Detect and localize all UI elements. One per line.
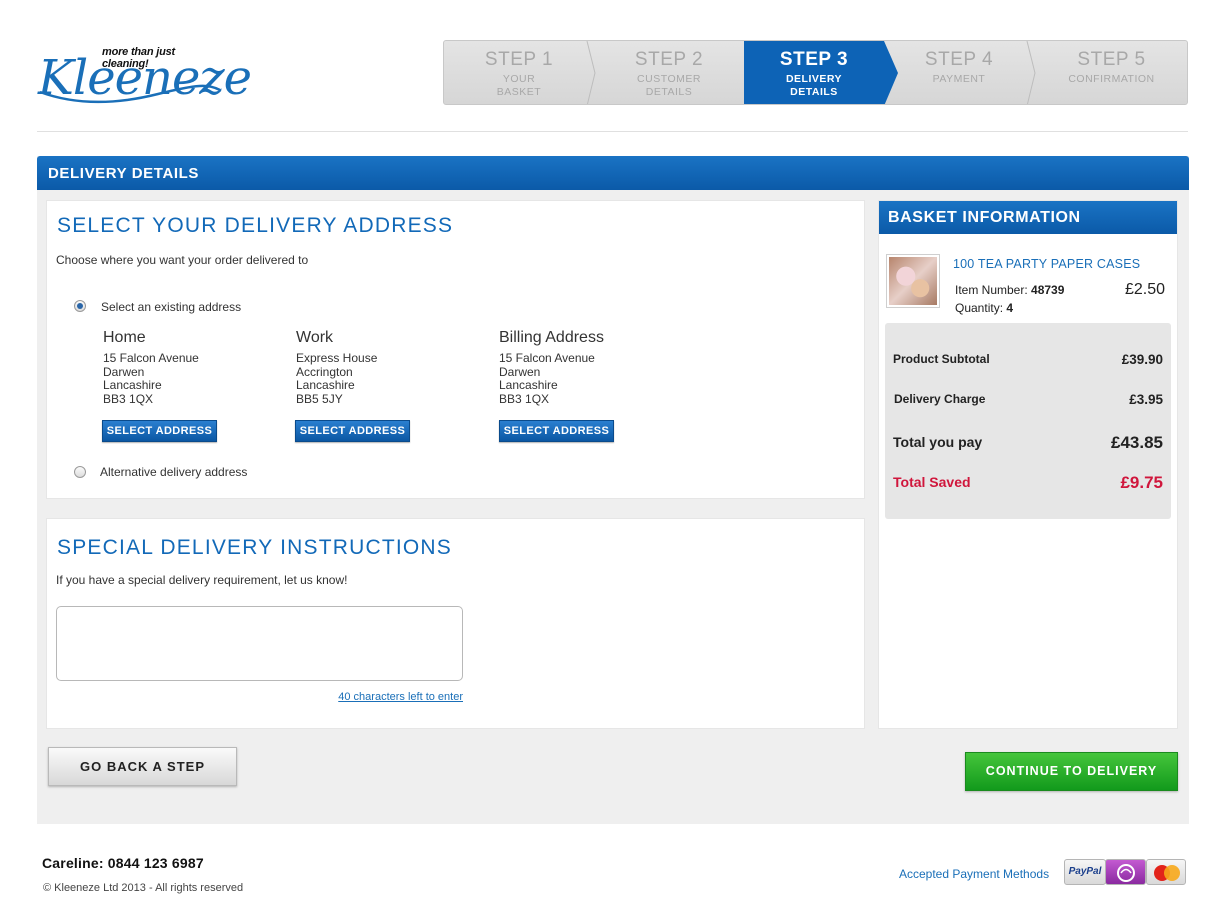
address-line: Accrington — [296, 364, 353, 379]
checkout-steps: STEP 1 YOUR BASKET STEP 2 CUSTOMER DETAI… — [443, 40, 1188, 105]
item-price: £2.50 — [1124, 281, 1165, 298]
address-heading: SELECT YOUR DELIVERY ADDRESS — [57, 214, 454, 237]
step-number: STEP 3 — [779, 49, 849, 70]
address-line: Lancashire — [499, 378, 558, 392]
instructions-textarea[interactable] — [56, 606, 463, 681]
step-arrow-icon — [884, 41, 898, 104]
product-thumbnail[interactable] — [886, 254, 940, 308]
step-label: CONFIRMATION — [1068, 73, 1155, 85]
address-subtitle: Choose where you want your order deliver… — [56, 253, 309, 267]
address-line: BB5 5JY — [296, 391, 343, 406]
step-label: BASKET — [496, 86, 542, 98]
step-label: PAYMENT — [932, 73, 986, 85]
step-number: STEP 1 — [484, 49, 554, 70]
existing-address-radio[interactable] — [74, 300, 86, 312]
step-3: STEP 3 DELIVERY DETAILS — [744, 41, 898, 104]
step-number: STEP 4 — [924, 49, 994, 70]
step-number: STEP 2 — [634, 49, 704, 70]
item-number-value: 48739 — [1031, 283, 1065, 297]
address-name: Billing Address — [499, 329, 604, 346]
total-label: Total you pay — [893, 434, 983, 450]
quantity-label: Quantity: — [955, 301, 1004, 315]
address-home: Home 15 Falcon Avenue Darwen Lancashire … — [103, 329, 293, 406]
step-number: STEP 5 — [1077, 49, 1146, 70]
instructions-heading: SPECIAL DELIVERY INSTRUCTIONS — [57, 536, 453, 559]
saved-label: Total Saved — [893, 474, 971, 490]
characters-left-link[interactable]: 40 characters left to enter — [336, 691, 463, 703]
step-1[interactable]: STEP 1 YOUR BASKET — [444, 41, 596, 104]
product-name-link[interactable]: 100 TEA PARTY PAPER CASES — [953, 257, 1140, 271]
quantity-value: 4 — [1006, 301, 1014, 315]
basket-title: BASKET INFORMATION — [879, 201, 1177, 234]
maestro-swirl-icon — [1117, 864, 1135, 882]
mastercard-icon — [1146, 859, 1186, 885]
address-line: Lancashire — [103, 378, 162, 392]
paypal-icon: PayPal — [1064, 859, 1106, 885]
address-line: 15 Falcon Avenue — [499, 351, 595, 365]
step-label: DETAILS — [790, 86, 838, 98]
subtotal-value: £39.90 — [1121, 352, 1163, 367]
address-line: Express House — [296, 351, 378, 365]
instructions-subtitle: If you have a special delivery requireme… — [56, 573, 348, 587]
step-label: YOUR — [502, 73, 536, 85]
mastercard-circles-icon — [1154, 865, 1180, 881]
select-address-button[interactable]: SELECT ADDRESS — [102, 420, 217, 442]
address-line: BB3 1QX — [499, 391, 550, 406]
basket-totals: Product Subtotal £39.90 Delivery Charge … — [885, 323, 1171, 519]
address-line: Darwen — [499, 364, 541, 379]
address-line: 15 Falcon Avenue — [103, 351, 199, 365]
kleeneze-logo[interactable]: more than just cleaning! Kleeneze — [38, 42, 252, 104]
accepted-payments-link[interactable]: Accepted Payment Methods — [899, 867, 1049, 881]
delivery-charge-value: £3.95 — [1129, 392, 1163, 407]
go-back-button[interactable]: GO BACK A STEP — [48, 747, 237, 786]
header-divider — [37, 131, 1188, 132]
copyright: © Kleeneze Ltd 2013 - All rights reserve… — [43, 882, 244, 894]
address-name: Work — [296, 329, 334, 346]
step-label: CUSTOMER — [637, 73, 701, 85]
address-name: Home — [103, 329, 146, 346]
existing-address-label[interactable]: Select an existing address — [101, 300, 241, 314]
special-instructions-card: SPECIAL DELIVERY INSTRUCTIONS If you hav… — [46, 518, 865, 729]
maestro-icon — [1105, 859, 1146, 885]
panel-title: DELIVERY DETAILS — [37, 156, 1189, 190]
step-label: DELIVERY — [785, 73, 843, 85]
item-number-label: Item Number: — [955, 283, 1028, 297]
select-address-button[interactable]: SELECT ADDRESS — [499, 420, 614, 442]
alternative-address-radio[interactable] — [74, 466, 86, 478]
careline-phone: Careline: 0844 123 6987 — [42, 855, 204, 871]
address-line: BB3 1QX — [103, 391, 154, 406]
item-quantity: Quantity: 4 — [955, 301, 1013, 315]
step-label: DETAILS — [645, 86, 693, 98]
subtotal-label: Product Subtotal — [893, 352, 990, 366]
saved-value: £9.75 — [1120, 473, 1163, 492]
item-number: Item Number: 48739 — [955, 283, 1064, 297]
product-image — [889, 257, 937, 305]
delivery-panel: DELIVERY DETAILS SELECT YOUR DELIVERY AD… — [37, 156, 1189, 824]
logo-swoosh-icon — [39, 84, 221, 104]
alternative-address-label[interactable]: Alternative delivery address — [100, 465, 247, 479]
total-value: £43.85 — [1111, 433, 1163, 452]
step-5: STEP 5 CONFIRMATION — [1034, 41, 1187, 104]
continue-to-delivery-button[interactable]: CONTINUE TO DELIVERY — [965, 752, 1178, 791]
address-work: Work Express House Accrington Lancashire… — [296, 329, 486, 406]
address-line: Darwen — [103, 364, 145, 379]
select-address-button[interactable]: SELECT ADDRESS — [295, 420, 410, 442]
checkout-page: more than just cleaning! Kleeneze STEP 1… — [0, 0, 1225, 908]
delivery-address-card: SELECT YOUR DELIVERY ADDRESS Choose wher… — [46, 200, 865, 499]
delivery-charge-label: Delivery Charge — [894, 392, 986, 406]
address-line: Lancashire — [296, 378, 355, 392]
step-2[interactable]: STEP 2 CUSTOMER DETAILS — [594, 41, 744, 104]
basket-information: BASKET INFORMATION 100 TEA PARTY PAPER C… — [878, 200, 1178, 729]
step-4: STEP 4 PAYMENT — [884, 41, 1036, 104]
address-billing: Billing Address 15 Falcon Avenue Darwen … — [499, 329, 689, 406]
